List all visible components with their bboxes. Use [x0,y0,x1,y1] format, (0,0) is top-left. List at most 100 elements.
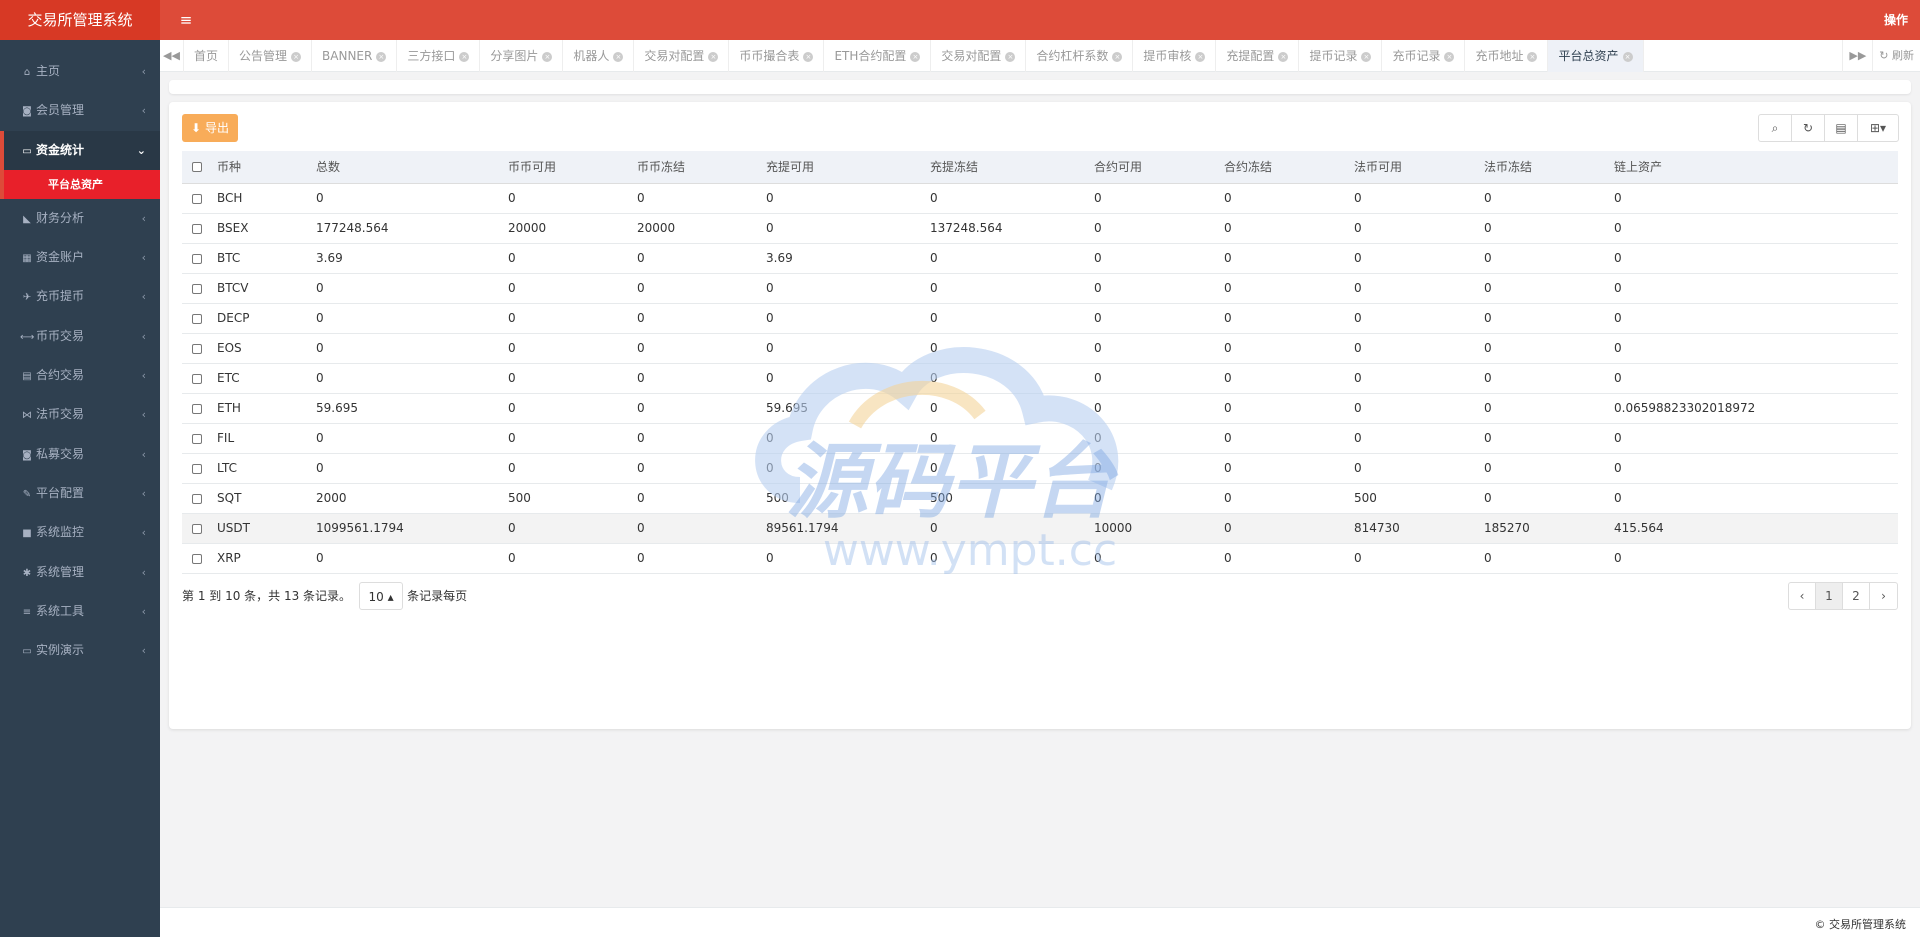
columns-icon[interactable]: ▤ [1825,115,1858,141]
next-page-button[interactable]: › [1870,583,1897,609]
search-icon[interactable]: ⌕ [1759,115,1792,141]
close-icon[interactable]: × [542,52,553,62]
tab-9[interactable]: 交易对配置 × [931,40,1027,72]
sidebar-item-1[interactable]: ◙ 会员管理 ‹ [0,91,160,130]
row-checkbox[interactable] [192,283,202,294]
sidebar-item-0[interactable]: ⌂ 主页 ‹ [0,52,160,91]
sidebar-item-14[interactable]: ▭ 实例演示 ‹ [0,631,160,670]
tab-scroll-right-icon[interactable]: ▶▶ [1842,40,1872,72]
tab-12[interactable]: 充提配置 × [1216,40,1300,72]
column-header[interactable]: 链上资产 [1604,151,1898,184]
tab-2[interactable]: BANNER × [312,40,398,72]
table-row[interactable]: BTCV 0 0 0 0 0 0 0 0 0 0 [182,273,1898,304]
sidebar-item-10[interactable]: ✎ 平台配置 ‹ [0,474,160,513]
tab-15[interactable]: 充币地址 × [1465,40,1549,72]
table-row[interactable]: FIL 0 0 0 0 0 0 0 0 0 0 [182,423,1898,454]
column-header[interactable]: 合约冻结 [1214,151,1344,184]
close-icon[interactable]: × [1112,52,1123,62]
close-icon[interactable]: × [708,52,719,62]
close-icon[interactable]: × [1195,52,1206,62]
close-icon[interactable]: × [1361,52,1372,62]
close-icon[interactable]: × [1444,52,1455,62]
tab-16[interactable]: 平台总资产 × [1548,40,1644,72]
row-checkbox[interactable] [192,313,202,324]
sidebar-item-7[interactable]: ▤ 合约交易 ‹ [0,356,160,395]
close-icon[interactable]: × [1622,52,1633,62]
row-checkbox[interactable] [192,223,202,234]
tab-13[interactable]: 提币记录 × [1299,40,1383,72]
row-checkbox[interactable] [192,463,202,474]
row-checkbox[interactable] [192,403,202,414]
table-row[interactable]: BCH 0 0 0 0 0 0 0 0 0 0 [182,183,1898,214]
table-row[interactable]: DECP 0 0 0 0 0 0 0 0 0 0 [182,303,1898,334]
tab-6[interactable]: 交易对配置 × [634,40,730,72]
column-header[interactable]: 总数 [306,151,498,184]
sidebar-item-12[interactable]: ✱ 系统管理 ‹ [0,553,160,592]
column-header[interactable]: 充提可用 [756,151,920,184]
select-all-checkbox[interactable] [192,162,202,173]
sidebar-subitem-platform-assets[interactable]: 平台总资产 [0,169,160,199]
close-icon[interactable]: × [1005,52,1016,62]
table-row[interactable]: BSEX 177248.564 20000 20000 0 137248.564 0 0 0 0 0 [182,213,1898,244]
column-header[interactable]: 充提冻结 [920,151,1084,184]
table-row[interactable]: XRP 0 0 0 0 0 0 0 0 0 0 [182,543,1898,574]
tab-1[interactable]: 公告管理 × [229,40,313,72]
table-row[interactable]: SQT 2000 500 0 500 500 0 0 500 0 0 [182,483,1898,514]
close-icon[interactable]: × [613,52,624,62]
page-size-select[interactable]: 10 ▴ [359,582,404,610]
grid-icon[interactable]: ⊞▾ [1858,115,1898,141]
tab-3[interactable]: 三方接口 × [397,40,481,72]
tab-4[interactable]: 分享图片 × [480,40,564,72]
hamburger-icon[interactable]: ≡ [178,11,194,29]
sidebar-item-9[interactable]: ◙ 私募交易 ‹ [0,435,160,474]
sidebar-item-6[interactable]: ⟷ 币币交易 ‹ [0,317,160,356]
close-icon[interactable]: × [1278,52,1289,62]
column-header[interactable]: 币种 [207,151,306,184]
tab-0[interactable]: 首页 [184,40,230,72]
row-checkbox[interactable] [192,193,202,204]
table-row[interactable]: EOS 0 0 0 0 0 0 0 0 0 0 [182,333,1898,364]
sidebar-item-2[interactable]: ▭ 资金统计 ⌄ [0,130,160,170]
close-icon[interactable]: × [376,52,387,62]
row-checkbox[interactable] [192,433,202,444]
row-checkbox[interactable] [192,553,202,564]
tab-scroll-left-icon[interactable]: ◀◀ [160,40,184,72]
row-checkbox[interactable] [192,373,202,384]
page-button[interactable]: 1 [1816,583,1843,609]
page-button[interactable]: 2 [1843,583,1870,609]
close-icon[interactable]: × [803,52,814,62]
tab-14[interactable]: 充币记录 × [1382,40,1466,72]
export-button[interactable]: ⬇ 导出 [182,114,238,142]
row-checkbox[interactable] [192,523,202,534]
refresh-tab-button[interactable]: ↻ 刷新 [1872,40,1920,72]
table-row[interactable]: LTC 0 0 0 0 0 0 0 0 0 0 [182,453,1898,484]
tab-10[interactable]: 合约杠杆系数 × [1026,40,1134,72]
sidebar-item-4[interactable]: ▦ 资金账户 ‹ [0,238,160,277]
sidebar-item-8[interactable]: ⋈ 法币交易 ‹ [0,395,160,434]
row-checkbox[interactable] [192,493,202,504]
tab-8[interactable]: ETH合约配置 × [824,40,932,72]
sidebar-item-3[interactable]: ◣ 财务分析 ‹ [0,199,160,238]
column-header[interactable]: 合约可用 [1084,151,1214,184]
column-header[interactable]: 币币可用 [498,151,627,184]
column-header[interactable]: 法币冻结 [1474,151,1604,184]
close-icon[interactable]: × [459,52,470,62]
column-header[interactable]: 法币可用 [1344,151,1474,184]
tab-11[interactable]: 提币审核 × [1133,40,1217,72]
operate-button[interactable]: 操作 [1884,0,1908,40]
tab-7[interactable]: 币币撮合表 × [729,40,825,72]
column-header[interactable]: 币币冻结 [627,151,756,184]
close-icon[interactable]: × [910,52,921,62]
refresh-icon[interactable]: ↻ [1792,115,1825,141]
row-checkbox[interactable] [192,343,202,354]
table-row[interactable]: ETH 59.695 0 0 59.695 0 0 0 0 0 0.0659882330201897… [182,393,1898,424]
close-icon[interactable]: × [291,52,302,62]
close-icon[interactable]: × [1527,52,1538,62]
table-row[interactable]: USDT 1099561.1794 0 0 89561.1794 0 10000 0 81473… [182,513,1898,544]
sidebar-item-13[interactable]: ≡ 系统工具 ‹ [0,592,160,631]
tab-5[interactable]: 机器人 × [563,40,635,72]
table-row[interactable]: BTC 3.69 0 0 3.69 0 0 0 0 0 0 [182,243,1898,274]
row-checkbox[interactable] [192,253,202,264]
sidebar-item-5[interactable]: ✈ 充币提币 ‹ [0,277,160,316]
table-row[interactable]: ETC 0 0 0 0 0 0 0 0 0 0 [182,363,1898,394]
